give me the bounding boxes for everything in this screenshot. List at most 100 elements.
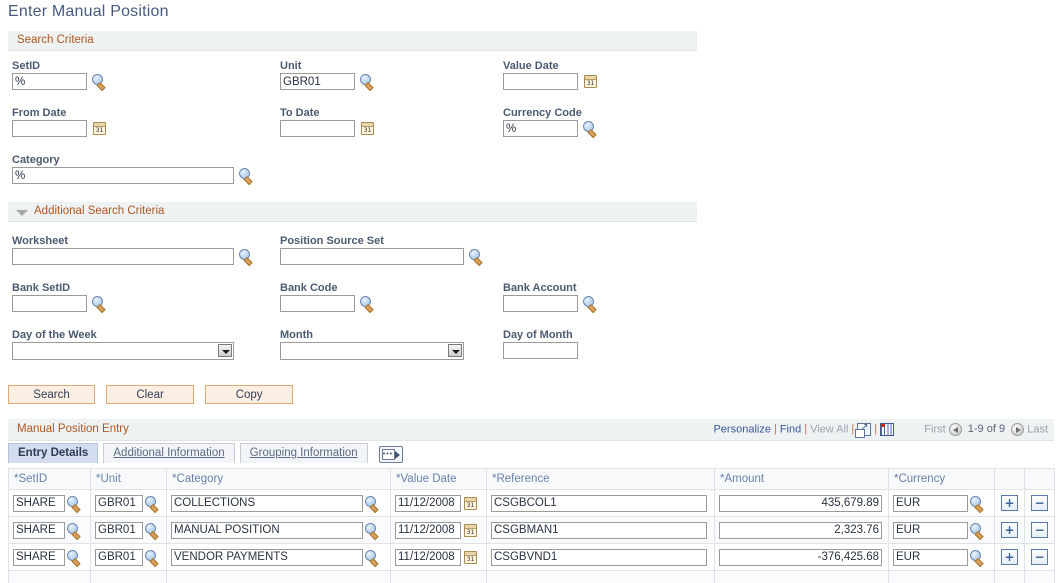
calendar-icon[interactable]: 31 (464, 496, 477, 510)
page-title: Enter Manual Position (8, 3, 169, 20)
magnifier-icon[interactable] (365, 549, 380, 565)
add-row-button[interactable]: + (1001, 495, 1018, 511)
magnifier-icon[interactable] (365, 495, 380, 511)
row-amount-input[interactable] (719, 548, 882, 566)
currency-code-input[interactable] (503, 120, 578, 137)
view-all-link[interactable]: View All (810, 423, 848, 435)
row-value-date-input[interactable] (395, 494, 461, 512)
row-currency-input[interactable] (893, 548, 968, 566)
col-unit[interactable]: *Unit (90, 468, 167, 490)
category-input[interactable] (12, 167, 234, 184)
pager-last-link[interactable]: Last (1027, 423, 1048, 435)
tab-additional-information[interactable]: Additional Information (103, 443, 235, 463)
position-source-set-input[interactable] (280, 248, 464, 265)
magnifier-icon[interactable] (67, 549, 82, 565)
cell-category (166, 543, 391, 571)
col-setid[interactable]: *SetID (8, 468, 91, 490)
spreadsheet-grid-icon[interactable] (880, 423, 895, 436)
magnifier-icon[interactable] (145, 522, 160, 538)
bank-setid-input[interactable] (12, 295, 87, 312)
to-date-input[interactable] (280, 120, 355, 137)
col-category[interactable]: *Category (166, 468, 391, 490)
triangle-down-icon[interactable] (16, 210, 28, 216)
row-category-input[interactable] (171, 548, 363, 566)
magnifier-icon[interactable] (469, 249, 484, 264)
additional-search-criteria-section-header[interactable]: Additional Search Criteria (8, 202, 697, 222)
row-reference-input[interactable] (491, 494, 707, 512)
magnifier-icon[interactable] (970, 522, 985, 538)
add-row-button[interactable]: + (1001, 549, 1018, 565)
arrow-right-icon[interactable] (1011, 423, 1025, 436)
row-currency-input[interactable] (893, 521, 968, 539)
field-to-date: To Date 31 (280, 107, 375, 137)
magnifier-icon[interactable] (67, 495, 82, 511)
col-delete (1024, 468, 1055, 490)
row-setid-input[interactable] (13, 494, 65, 512)
row-category-input[interactable] (171, 494, 363, 512)
find-link[interactable]: Find (780, 423, 801, 435)
row-category-input[interactable] (171, 521, 363, 539)
magnifier-icon[interactable] (92, 296, 107, 311)
clear-button[interactable]: Clear (106, 385, 195, 404)
row-reference-input[interactable] (491, 521, 707, 539)
magnifier-icon[interactable] (145, 495, 160, 511)
add-row-button[interactable]: + (1001, 522, 1018, 538)
new-window-icon[interactable] (855, 421, 872, 438)
col-currency[interactable]: *Currency (888, 468, 995, 490)
delete-row-button[interactable]: − (1031, 549, 1048, 565)
row-reference-input[interactable] (491, 548, 707, 566)
search-button[interactable]: Search (8, 385, 95, 404)
calendar-icon[interactable]: 31 (584, 75, 598, 88)
magnifier-icon[interactable] (92, 74, 107, 89)
row-unit-input[interactable] (95, 548, 143, 566)
month-select[interactable] (280, 342, 464, 360)
magnifier-icon[interactable] (365, 522, 380, 538)
magnifier-icon[interactable] (360, 296, 375, 311)
magnifier-icon[interactable] (67, 522, 82, 538)
field-setid: SetID (12, 60, 107, 90)
row-value-date-input[interactable] (395, 548, 461, 566)
row-amount-input[interactable] (719, 521, 882, 539)
unit-input[interactable] (280, 73, 355, 90)
calendar-icon[interactable]: 31 (361, 122, 375, 135)
tab-grouping-information[interactable]: Grouping Information (239, 443, 368, 463)
row-currency-input[interactable] (893, 494, 968, 512)
bank-code-input[interactable] (280, 295, 355, 312)
magnifier-icon[interactable] (239, 168, 254, 183)
worksheet-input[interactable] (12, 248, 234, 265)
personalize-link[interactable]: Personalize (713, 423, 770, 435)
magnifier-icon[interactable] (583, 296, 598, 311)
row-setid-input[interactable] (13, 548, 65, 566)
magnifier-icon[interactable] (145, 549, 160, 565)
delete-row-button[interactable]: − (1031, 495, 1048, 511)
magnifier-icon[interactable] (360, 74, 375, 89)
tab-entry-details[interactable]: Entry Details (8, 443, 99, 463)
row-value-date-input[interactable] (395, 521, 461, 539)
search-input[interactable] (12, 73, 87, 90)
from-date-input[interactable] (12, 120, 87, 137)
pager-first-link[interactable]: First (924, 423, 945, 435)
row-amount-input[interactable] (719, 494, 882, 512)
col-reference[interactable]: *Reference (486, 468, 715, 490)
delete-row-button[interactable]: − (1031, 522, 1048, 538)
row-setid-input[interactable] (13, 521, 65, 539)
magnifier-icon[interactable] (583, 121, 598, 136)
magnifier-icon[interactable] (239, 249, 254, 264)
calendar-icon[interactable]: 31 (93, 122, 107, 135)
calendar-icon[interactable]: 31 (464, 550, 477, 564)
col-amount[interactable]: *Amount (714, 468, 889, 490)
value-date-input[interactable] (503, 73, 578, 90)
show-all-columns-icon[interactable]: ••• (378, 446, 403, 463)
day-of-week-select[interactable] (12, 342, 234, 360)
bank-account-input[interactable] (503, 295, 578, 312)
copy-button[interactable]: Copy (205, 385, 294, 404)
magnifier-icon[interactable] (970, 549, 985, 565)
row-unit-input[interactable] (95, 494, 143, 512)
row-unit-input[interactable] (95, 521, 143, 539)
magnifier-icon[interactable] (970, 495, 985, 511)
col-value-date[interactable]: *Value Date (390, 468, 487, 490)
calendar-icon[interactable]: 31 (464, 523, 477, 537)
arrow-left-icon[interactable] (948, 423, 962, 436)
day-of-month-input[interactable] (503, 342, 578, 359)
label-category: Category (12, 154, 60, 166)
